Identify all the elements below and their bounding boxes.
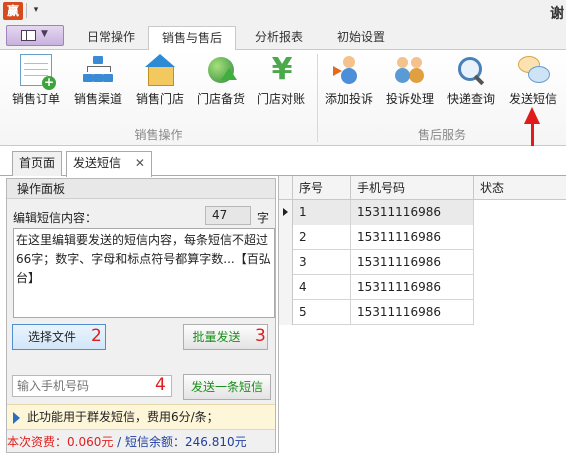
- store-reconcile-label: 门店对账: [256, 92, 305, 106]
- send-sms-label: 发送短信: [508, 92, 557, 106]
- phone-list-grid[interactable]: 序号 手机号码 状态 1 15311116986 2 15311116986 3…: [278, 176, 566, 453]
- info-note-text: 此功能用于群发短信，费用6分/条；: [27, 410, 219, 424]
- close-icon[interactable]: ✕: [135, 152, 145, 175]
- table-row[interactable]: 5 15311116986: [279, 300, 474, 325]
- app-logo-icon: 赢: [3, 2, 23, 20]
- operation-panel: 操作面板 编辑短信内容： 47 字 在这里编辑要发送的短信内容，每条短信不超过6…: [6, 178, 276, 453]
- phone-number-input[interactable]: [12, 375, 172, 397]
- annotation-number-4: 4: [155, 375, 166, 395]
- cell-phone: 15311116986: [351, 275, 474, 300]
- batch-send-label: 批量发送: [192, 330, 241, 344]
- yen-reconcile-icon: [265, 54, 297, 86]
- send-sms-icon: [517, 54, 550, 86]
- sales-store-button[interactable]: 销售门店: [134, 52, 186, 112]
- panel-title: 操作面板: [7, 179, 275, 199]
- column-header-status[interactable]: 状态: [474, 176, 566, 200]
- add-complaint-label: 添加投诉: [324, 92, 373, 106]
- complaint-handle-button[interactable]: 投诉处理: [384, 52, 436, 112]
- tab-daily-operations[interactable]: 日常操作: [78, 26, 144, 51]
- row-header[interactable]: [279, 250, 293, 275]
- column-header-seq[interactable]: 序号: [293, 176, 351, 200]
- cell-seq: 2: [293, 225, 351, 250]
- cost-label: 本次资费：0.060元: [7, 435, 114, 449]
- tab-sales-aftersales[interactable]: 销售与售后: [148, 26, 236, 51]
- edit-sms-label: 编辑短信内容：: [13, 211, 98, 225]
- expand-triangle-icon[interactable]: [13, 412, 20, 424]
- app-menu-button[interactable]: ▼: [6, 25, 64, 46]
- row-header[interactable]: [279, 275, 293, 300]
- doc-tab-send-sms[interactable]: 发送短信 ✕: [66, 151, 152, 177]
- express-query-icon: [455, 54, 487, 86]
- quick-access-dropdown-icon[interactable]: ▾: [30, 4, 42, 16]
- cell-phone: 15311116986: [351, 225, 474, 250]
- grid-header: 序号 手机号码 状态: [279, 176, 566, 200]
- tab-initial-settings[interactable]: 初始设置: [328, 26, 394, 51]
- table-row[interactable]: 4 15311116986: [279, 275, 474, 300]
- cell-seq: 3: [293, 250, 351, 275]
- cell-seq: 4: [293, 275, 351, 300]
- status-separator: /: [113, 435, 126, 449]
- store-stock-button[interactable]: 门店备货: [195, 52, 247, 112]
- grid-corner-cell: [279, 176, 293, 200]
- send-one-sms-label: 发送一条短信: [190, 380, 263, 394]
- ribbon-tab-strip: ▼ 日常操作 销售与售后 分析报表 初始设置: [0, 22, 566, 51]
- annotation-number-3: 3: [255, 326, 266, 346]
- store-stock-label: 门店备货: [196, 92, 245, 106]
- row-header[interactable]: [279, 225, 293, 250]
- sales-order-button[interactable]: 销售订单: [10, 52, 62, 112]
- char-count-unit: 字: [257, 211, 270, 225]
- annotation-number-2: 2: [91, 326, 102, 346]
- add-complaint-button[interactable]: 添加投诉: [323, 52, 375, 112]
- store-reconcile-button[interactable]: 门店对账: [255, 52, 307, 112]
- sales-store-label: 销售门店: [135, 92, 184, 106]
- chevron-down-icon: ▼: [41, 29, 48, 39]
- cell-phone: 15311116986: [351, 200, 474, 225]
- title-bar: 赢 ▾ 谢: [0, 0, 566, 22]
- send-one-sms-button[interactable]: 发送一条短信: [183, 374, 271, 400]
- column-header-phone[interactable]: 手机号码: [351, 176, 474, 200]
- sales-channel-icon: [82, 54, 114, 86]
- info-note: 此功能用于群发短信，费用6分/条；: [7, 404, 275, 430]
- cell-seq: 5: [293, 300, 351, 325]
- char-count-field: 47: [205, 206, 251, 225]
- group-label-aftersales: 售后服务: [417, 128, 466, 142]
- store-icon: [144, 54, 176, 86]
- send-sms-button[interactable]: 发送短信: [506, 52, 560, 112]
- ribbon-panel: 销售订单 销售渠道 销售门店 门店备货 门店对账 销售操作 添加投诉 投诉处理 …: [0, 50, 566, 146]
- sales-channel-button[interactable]: 销售渠道: [72, 52, 124, 112]
- complaint-handle-label: 投诉处理: [385, 92, 434, 106]
- express-query-label: 快递查询: [446, 92, 495, 106]
- row-selector-icon: [283, 208, 288, 216]
- quick-access-separator: [26, 3, 27, 18]
- sales-order-label: 销售订单: [11, 92, 60, 106]
- table-row[interactable]: 3 15311116986: [279, 250, 474, 275]
- group-label-sales: 销售操作: [134, 128, 183, 142]
- sales-channel-label: 销售渠道: [73, 92, 122, 106]
- sales-order-icon: [20, 54, 56, 90]
- row-header[interactable]: [279, 200, 293, 225]
- document-tab-bar: 首页面 发送短信 ✕: [0, 146, 566, 177]
- cost-status-line: 本次资费：0.060元 / 短信余额：246.810元: [7, 433, 275, 450]
- complaint-handle-icon: [394, 54, 426, 86]
- tab-analysis-reports[interactable]: 分析报表: [246, 26, 312, 51]
- doc-tab-home[interactable]: 首页面: [12, 151, 63, 176]
- window-title: 谢: [550, 6, 564, 22]
- doc-tab-send-sms-label: 发送短信: [73, 156, 122, 170]
- express-query-button[interactable]: 快递查询: [445, 52, 497, 112]
- cell-seq: 1: [293, 200, 351, 225]
- cell-phone: 15311116986: [351, 250, 474, 275]
- cell-phone: 15311116986: [351, 300, 474, 325]
- row-header[interactable]: [279, 300, 293, 325]
- store-stock-icon: [205, 54, 237, 86]
- add-complaint-icon: [333, 54, 365, 86]
- choose-file-label: 选择文件: [27, 330, 76, 344]
- sms-content-textarea[interactable]: 在这里编辑要发送的短信内容，每条短信不超过66字；数字、字母和标点符号都算字数.…: [13, 228, 275, 318]
- table-row[interactable]: 2 15311116986: [279, 225, 474, 250]
- sms-balance-label: 短信余额：246.810元: [125, 435, 247, 449]
- doc-tab-home-label: 首页面: [19, 156, 56, 170]
- table-row[interactable]: 1 15311116986: [279, 200, 474, 225]
- panel-layout-icon: [21, 30, 36, 41]
